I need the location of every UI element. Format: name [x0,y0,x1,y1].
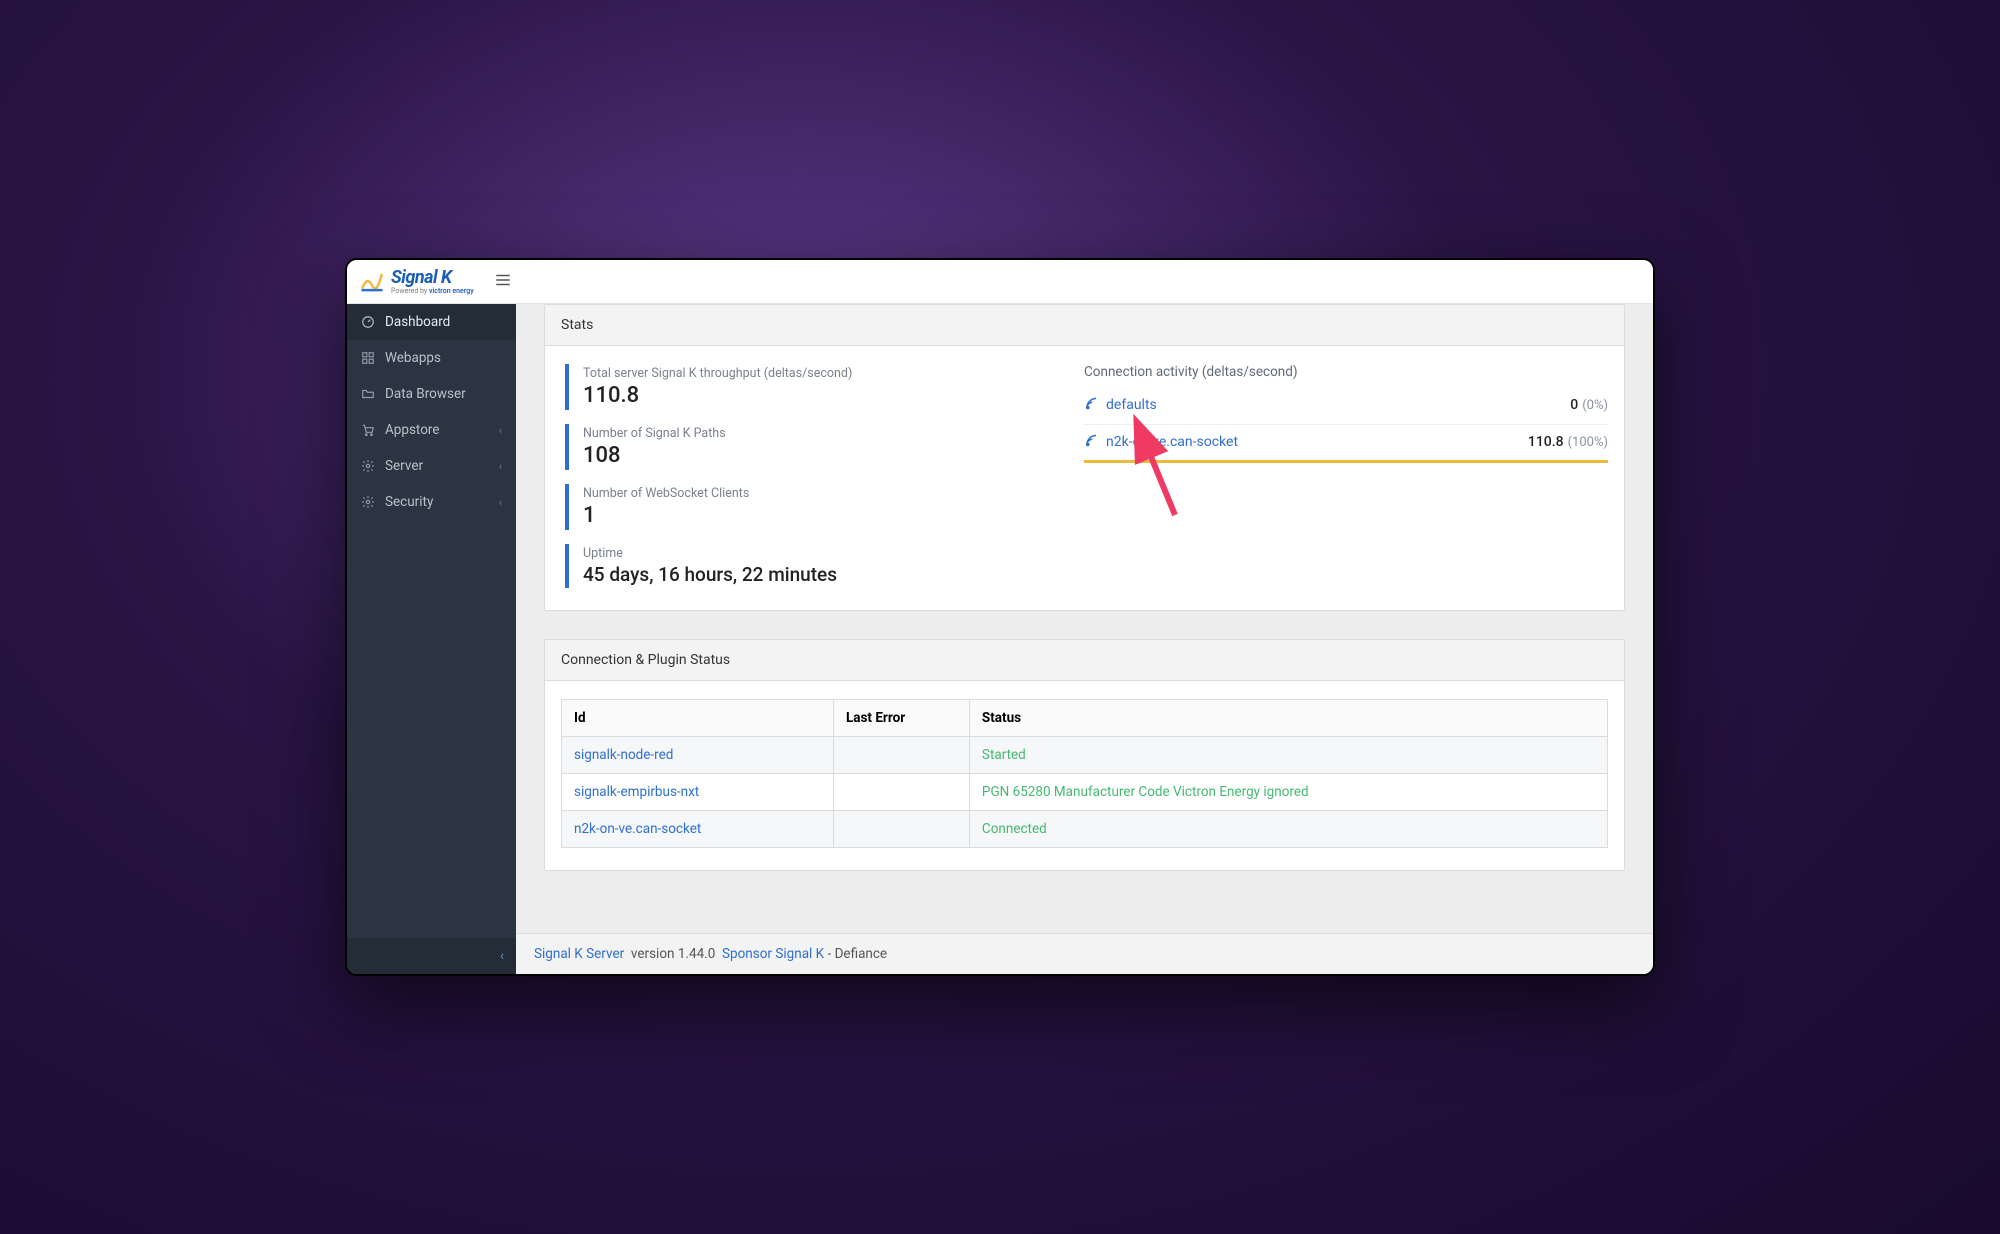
activity-value: 0(0%) [1570,397,1608,413]
sidebar-item-label: Webapps [385,350,441,366]
sidebar-item-dashboard[interactable]: Dashboard [347,304,516,340]
stats-card: Stats Total server Signal K throughput (… [544,304,1625,611]
sidebar-item-security[interactable]: Security ‹ [347,484,516,520]
gear-icon [361,459,375,473]
footer-version: version 1.44.0 [631,946,715,962]
stat-value: 110.8 [583,383,1074,408]
stat-label: Number of WebSocket Clients [583,486,1074,501]
cell-last-error [833,811,969,848]
activity-row-defaults[interactable]: defaults 0(0%) [1084,388,1608,425]
activity-name: defaults [1106,397,1157,413]
activity-name: n2k-on-ve.can-socket [1106,434,1238,450]
sidebar-item-label: Security [385,494,433,510]
stat-value: 45 days, 16 hours, 22 minutes [583,563,1074,586]
folder-icon [361,387,375,401]
footer-suffix: - Defiance [824,946,887,962]
brand-name: Signal K [391,269,474,287]
signal-icon [1084,394,1106,416]
activity-row-n2k[interactable]: n2k-on-ve.can-socket 110.8(100%) [1084,425,1608,461]
sidebar-item-server[interactable]: Server ‹ [347,448,516,484]
sidebar-item-appstore[interactable]: Appstore ‹ [347,412,516,448]
footer: Signal K Server version 1.44.0 Sponsor S… [516,933,1653,974]
sidebar-item-label: Dashboard [385,314,450,330]
chevron-left-icon: ‹ [500,948,504,964]
chevron-left-icon: ‹ [499,424,502,437]
sidebar-item-label: Appstore [385,422,440,438]
stat-paths: Number of Signal K Paths 108 [565,424,1074,470]
plugin-link[interactable]: signalk-node-red [574,747,673,763]
sidebar-item-label: Data Browser [385,386,466,402]
stat-value: 108 [583,443,1074,468]
cell-status: Started [982,747,1026,763]
menu-toggle-button[interactable] [494,271,512,293]
brand-logo[interactable]: Signal K Powered by victron energy [359,269,474,295]
footer-app-link[interactable]: Signal K Server [534,946,624,962]
sidebar-item-label: Server [385,458,423,474]
cart-icon [361,423,375,437]
sidebar: Dashboard Webapps Data Browser Appstore … [347,304,516,974]
stat-uptime: Uptime 45 days, 16 hours, 22 minutes [565,544,1074,588]
titlebar: Signal K Powered by victron energy [347,260,1653,304]
signalk-logo-icon [359,269,385,295]
stat-value: 1 [583,503,1074,528]
chevron-left-icon: ‹ [499,496,502,509]
cell-status: Connected [982,821,1047,837]
gauge-icon [361,315,375,329]
table-row: signalk-empirbus-nxt PGN 65280 Manufactu… [562,774,1608,811]
signal-icon [1084,431,1106,453]
chevron-left-icon: ‹ [499,460,502,473]
brand-subtitle: Powered by victron energy [391,288,474,295]
cell-status: PGN 65280 Manufacturer Code Victron Ener… [982,784,1309,800]
activity-title: Connection activity (deltas/second) [1084,364,1608,380]
plugin-link[interactable]: signalk-empirbus-nxt [574,784,699,800]
cell-last-error [833,737,969,774]
gear-icon [361,495,375,509]
col-status: Status [969,700,1607,737]
stat-label: Number of Signal K Paths [583,426,1074,441]
sidebar-item-webapps[interactable]: Webapps [347,340,516,376]
stat-throughput: Total server Signal K throughput (deltas… [565,364,1074,410]
status-table: Id Last Error Status signalk-node-red St… [561,699,1608,848]
card-header-stats: Stats [545,305,1624,346]
col-last-error: Last Error [833,700,969,737]
table-header-row: Id Last Error Status [562,700,1608,737]
app-window: Signal K Powered by victron energy Dashb… [345,258,1655,976]
stat-ws-clients: Number of WebSocket Clients 1 [565,484,1074,530]
card-header-status: Connection & Plugin Status [545,640,1624,681]
col-id: Id [562,700,834,737]
activity-value: 110.8(100%) [1528,434,1608,450]
table-row: signalk-node-red Started [562,737,1608,774]
stat-label: Total server Signal K throughput (deltas… [583,366,1074,381]
cell-last-error [833,774,969,811]
footer-sponsor-link[interactable]: Sponsor Signal K [722,946,824,962]
table-row: n2k-on-ve.can-socket Connected [562,811,1608,848]
main-content: Stats Total server Signal K throughput (… [516,304,1653,974]
plugin-link[interactable]: n2k-on-ve.can-socket [574,821,701,837]
grid-icon [361,351,375,365]
stat-label: Uptime [583,546,1074,561]
status-card: Connection & Plugin Status Id Last Error… [544,639,1625,871]
activity-bar [1084,460,1608,463]
sidebar-item-data-browser[interactable]: Data Browser [347,376,516,412]
sidebar-collapse-button[interactable]: ‹ [347,938,516,974]
